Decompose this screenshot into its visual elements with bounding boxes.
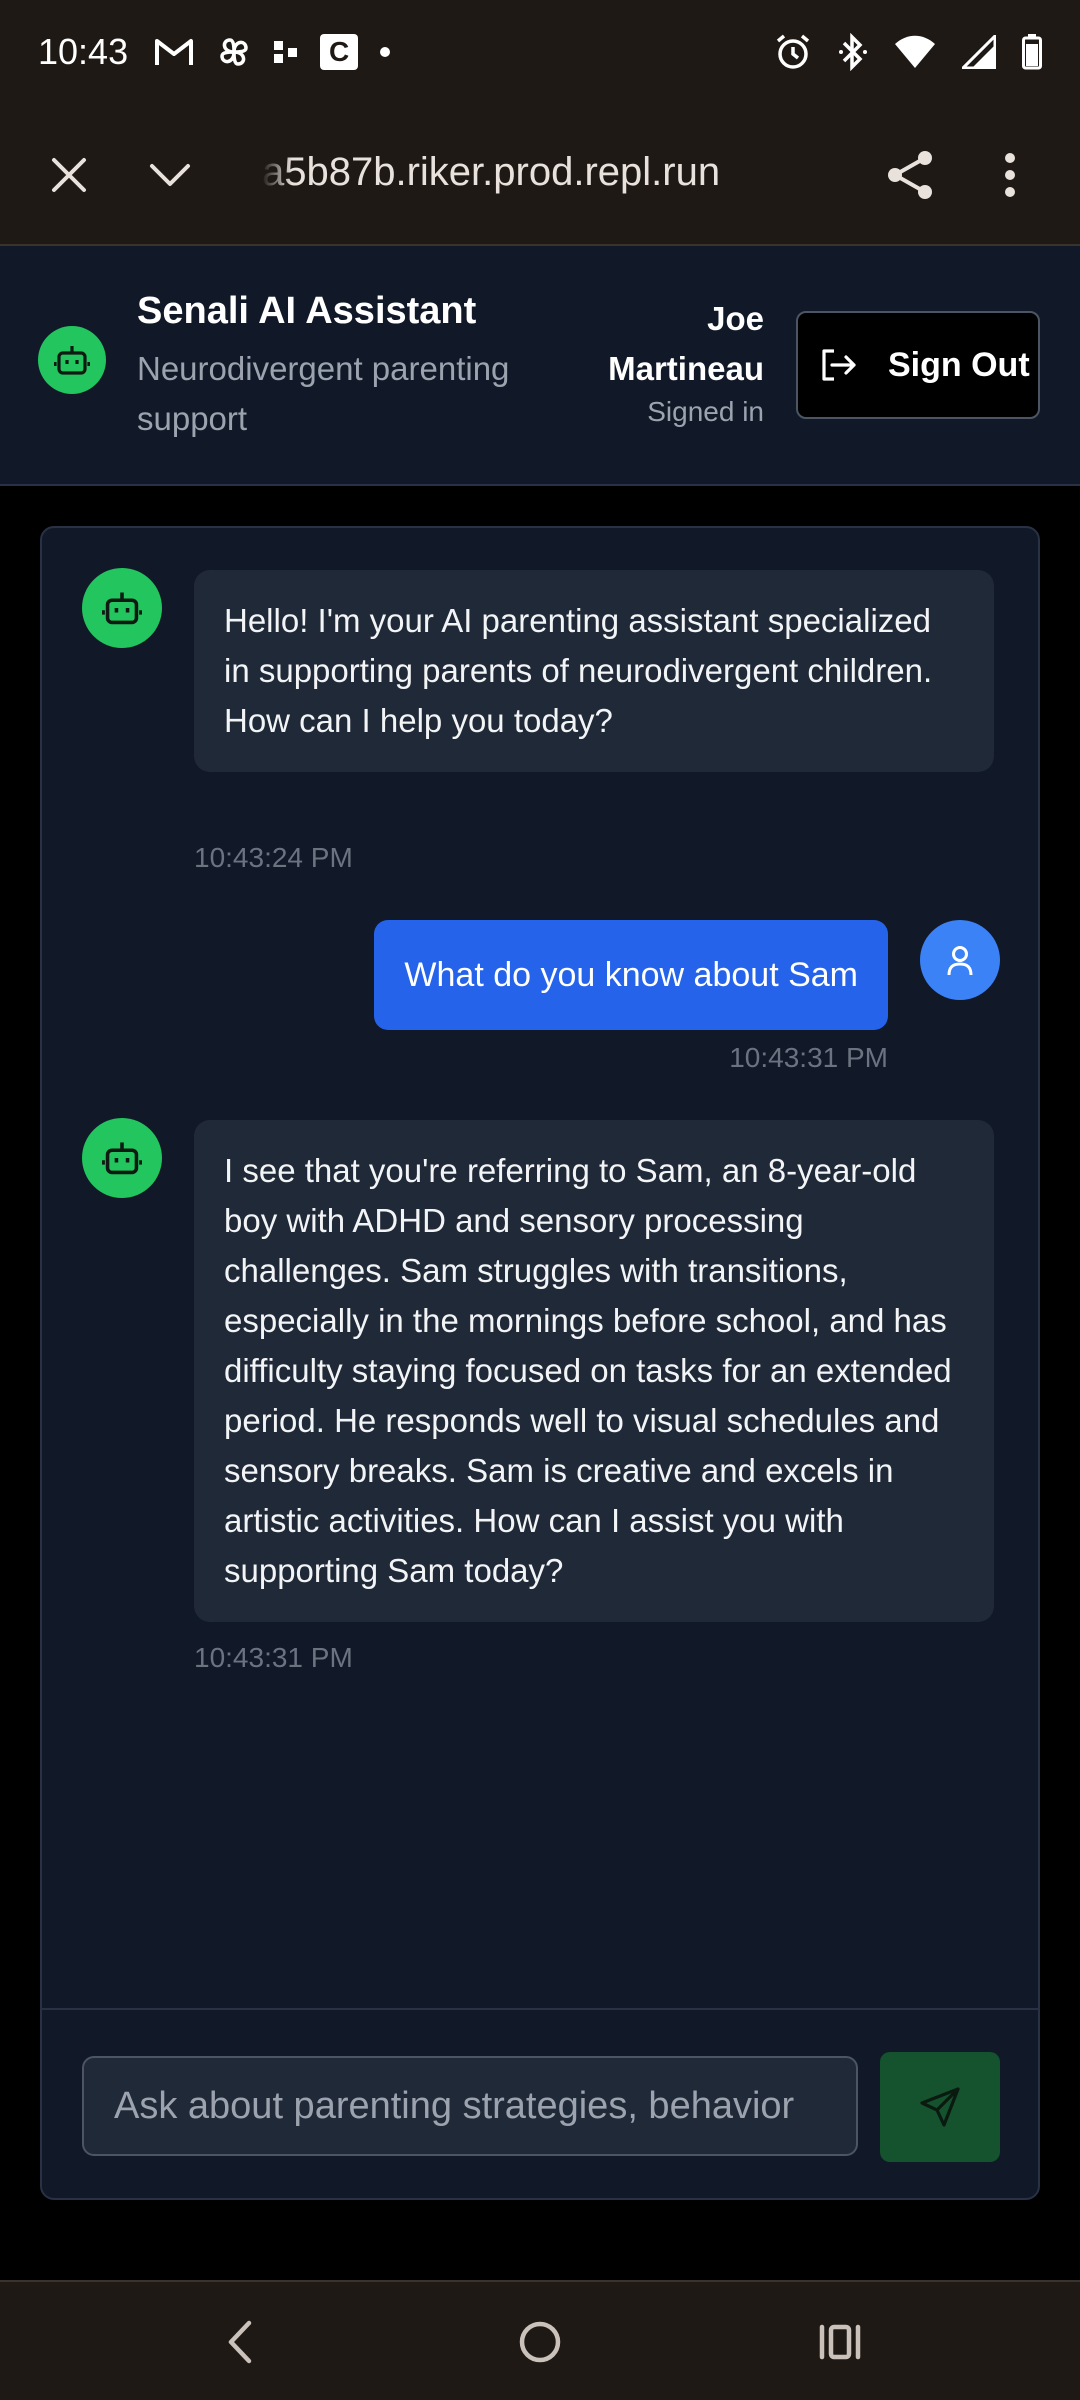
- app-title: Senali AI Assistant: [137, 290, 477, 332]
- user-icon: [947, 946, 973, 976]
- recents-button[interactable]: [800, 2302, 880, 2382]
- more-options-button[interactable]: [975, 140, 1045, 210]
- app-logo: [38, 326, 106, 394]
- share-icon: [888, 151, 932, 199]
- send-icon: [920, 2087, 960, 2127]
- sign-out-label: Sign Out: [888, 345, 1030, 384]
- bluetooth-icon: [838, 33, 868, 71]
- chat-panel: Hello! I'm your AI parenting assistant s…: [40, 526, 1040, 2200]
- more-vert-icon: [1005, 153, 1015, 197]
- status-bar: 10:43 C: [0, 0, 1080, 104]
- app-subtitle: Neurodivergent parenting support: [137, 350, 510, 437]
- status-time: 10:43: [38, 31, 129, 72]
- user-status: Signed in: [647, 396, 764, 427]
- chevron-down-icon: [150, 164, 190, 186]
- user-name: Joe Martineau: [608, 300, 764, 387]
- logout-icon: [822, 349, 856, 381]
- alarm-icon: [774, 33, 812, 71]
- home-button[interactable]: [500, 2302, 580, 2382]
- message-input[interactable]: [82, 2056, 858, 2156]
- status-left-icons: C: [154, 34, 391, 70]
- close-icon: [52, 158, 86, 192]
- status-right-icons: [774, 33, 1042, 71]
- minimize-tab-button[interactable]: [135, 140, 205, 210]
- browser-toolbar: a5b87b.riker.prod.repl.run: [0, 104, 1080, 246]
- app-header: Senali AI Assistant Neurodivergent paren…: [0, 246, 1080, 486]
- composer: [42, 2008, 1038, 2198]
- message-timestamp: 10:43:31 PM: [729, 1042, 888, 1073]
- assistant-avatar: [82, 1118, 162, 1198]
- recents-icon: [819, 2324, 861, 2360]
- user-avatar: [920, 920, 1000, 1000]
- share-button[interactable]: [875, 140, 945, 210]
- message-timestamp: 10:43:24 PM: [194, 842, 353, 873]
- assistant-message: Hello! I'm your AI parenting assistant s…: [194, 570, 994, 772]
- back-icon: [228, 2320, 252, 2364]
- notification-dot-icon: [380, 47, 391, 57]
- gmail-icon: [154, 37, 194, 67]
- battery-icon: [1022, 34, 1042, 70]
- c-app-icon: C: [320, 34, 359, 70]
- system-nav-bar: [0, 2280, 1080, 2400]
- bot-icon: [54, 346, 90, 375]
- close-tab-button[interactable]: [34, 140, 104, 210]
- message-timestamp: 10:43:31 PM: [194, 1642, 353, 1673]
- url-display[interactable]: a5b87b.riker.prod.repl.run: [262, 150, 720, 195]
- url-fade: [262, 144, 292, 204]
- user-message: What do you know about Sam: [374, 920, 888, 1030]
- sign-out-button[interactable]: Sign Out: [796, 311, 1040, 419]
- assistant-message: I see that you're referring to Sam, an 8…: [194, 1120, 994, 1622]
- wifi-icon: [894, 35, 936, 69]
- bot-icon: [102, 592, 142, 625]
- pinwheel-icon: [216, 34, 252, 70]
- back-button[interactable]: [200, 2302, 280, 2382]
- assistant-avatar: [82, 568, 162, 648]
- bot-icon: [102, 1142, 142, 1175]
- dots-app-icon: [274, 39, 298, 65]
- send-button[interactable]: [880, 2052, 1000, 2162]
- signal-icon: [962, 35, 996, 69]
- home-icon: [519, 2321, 561, 2363]
